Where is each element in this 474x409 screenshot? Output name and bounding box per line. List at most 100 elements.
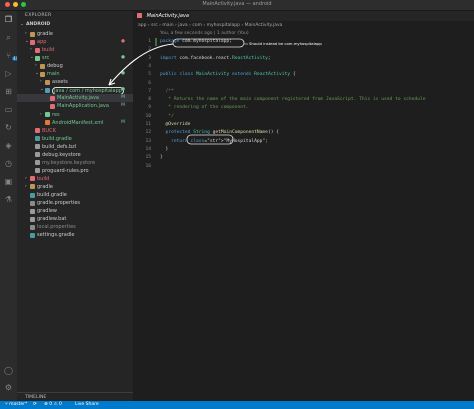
folder-icon [40,63,45,69]
xml-icon [45,120,50,126]
git-status-badge: ● [121,87,125,93]
tree-item-label: debug.keystore [42,151,81,158]
git-status-badge: M [121,103,125,109]
problems-indicator[interactable]: ⊗ 0 ⚠ 0 [44,401,62,409]
tree-item[interactable]: proguard-rules.pro [17,167,133,175]
tree-item-label: MainApplication.java [57,103,109,110]
run-debug-icon[interactable]: ▷ [4,69,13,78]
tree-item-label: gradle [37,183,53,190]
remote-explorer-icon[interactable]: ▭ [4,105,13,114]
tree-item[interactable]: AndroidManifest.xml M [17,119,133,127]
git-status-badge: M [121,119,125,125]
tree-item-label: my.keystore.keystore [42,159,96,166]
folder-red-icon [35,47,40,53]
folder-red-icon [30,39,35,45]
tree-item[interactable]: MainActivity.java M [17,94,133,103]
tree-item-label: src [42,55,50,62]
git-status-badge: ● [121,55,125,61]
folder-icon [30,184,35,190]
tree-item-label: build.gradle [37,192,67,198]
settings-gear-icon[interactable]: ⚙ [4,383,13,392]
tree-item-label: BUCK [42,127,56,134]
extensions-icon[interactable]: ⊞ [4,87,13,96]
tree-item[interactable]: › res [17,111,133,119]
file-icon [35,152,40,158]
folder-green-icon [35,55,40,61]
live-share-button[interactable]: Live Share [75,401,99,409]
tree-item[interactable]: › build [17,46,133,54]
tree-item-label: gradle [37,31,53,37]
tree-item[interactable]: › gradle [17,30,133,38]
tree-item-label: assets [52,79,68,86]
tree-item[interactable]: local.properties [17,223,133,231]
tree-item[interactable]: settings.gradle [17,231,133,239]
gear-icon [30,224,35,230]
tree-item[interactable]: gradlew [17,207,133,215]
package-highlight-ellipse [172,38,245,48]
tree-item[interactable]: › debug [17,62,133,70]
file-icon [30,216,35,222]
tree-item[interactable]: › build [17,175,133,183]
tree-item-label: debug [47,63,63,70]
annotation-note: Should instead be com.myhospitalapp [249,41,322,46]
window-title: MainActivity.java — android [202,1,272,7]
folder-blue-icon [45,87,50,93]
tree-item-label: gradlew [37,208,58,215]
search-icon[interactable]: ⌕ [4,33,13,42]
file-red-icon [35,128,40,134]
timeline-panel-header[interactable]: TIMELINE [17,392,133,401]
editor-area: MainActivity.java app › src › main › jav… [108,11,474,401]
npm-icon[interactable]: ◈ [4,141,13,150]
source-control-icon[interactable]: ⑂ 44 [4,51,20,61]
live-share-icon[interactable]: ↻ [4,123,13,132]
tree-item-label: MainActivity.java [57,95,99,102]
tree-item[interactable]: build.gradle [17,191,133,199]
tree-item-label: res [52,111,60,118]
status-bar: ⑂ master* ⟳ ⊗ 0 ⚠ 0 Live Share [0,401,474,409]
tree-item[interactable]: ⌄ java / com / myhospitalapp ● [17,86,133,95]
branch-indicator[interactable]: ⑂ master* [5,401,27,409]
chevron-down-icon: ⌄ [20,22,24,27]
file-icon [30,208,35,214]
folder-red-icon [30,176,35,182]
tree-item[interactable]: gradlew.bat [17,215,133,223]
test-icon[interactable]: ⚗ [4,195,13,204]
tree-item[interactable]: build.gradle [17,135,133,143]
tree-item[interactable]: ⌄ src ● [17,54,133,62]
tree-item[interactable]: my.keystore.keystore [17,159,133,167]
java-icon [50,103,55,109]
project-root[interactable]: ⌄ ANDROID [17,21,133,29]
return-highlight-ellipse [186,134,234,145]
git-status-badge: ● [121,39,125,45]
tree-item[interactable]: BUCK [17,127,133,135]
tree-item-label: build.gradle [42,135,72,142]
file-icon [35,168,40,174]
folder-icon [45,79,50,85]
tree-item-label: gradle.properties [37,200,81,207]
tree-item[interactable]: ⌄ app ● [17,38,133,46]
tree-item[interactable]: debug.keystore [17,151,133,159]
tree-item-label: build [42,47,55,54]
docker-icon[interactable]: ▣ [4,177,13,186]
tree-item-label: build [37,175,50,182]
tree-item-label: build_defs.bzl [42,143,77,150]
tree-item[interactable]: › assets [17,78,133,86]
tree-item[interactable]: gradle.properties [17,199,133,207]
account-icon[interactable]: ◯ [4,366,13,375]
tree-item[interactable]: build_defs.bzl [17,143,133,151]
sync-icon[interactable]: ⟳ [33,401,37,409]
tree-item-label: app [37,39,47,46]
tree-item-label: settings.gradle [37,232,75,239]
gradle-icon [35,136,40,142]
java-icon [50,95,55,101]
git-status-badge: M [121,95,125,101]
folder-green-icon [45,112,50,117]
explorer-icon[interactable]: ❐ [4,15,13,24]
tree-item-label: AndroidManifest.xml [52,119,104,126]
gradle-icon [30,232,35,238]
timeline-icon[interactable]: ◷ [4,159,13,168]
folder-icon [30,31,35,37]
tree-item[interactable]: › gradle [17,183,133,191]
tree-item[interactable]: MainApplication.java M [17,102,133,110]
tree-item-label: local.properties [37,224,76,231]
